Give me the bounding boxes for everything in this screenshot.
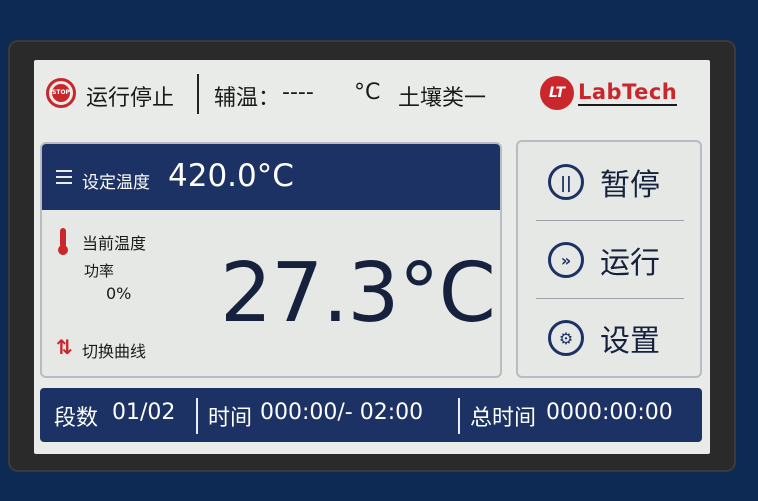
switch-curve-icon[interactable]: ⇅ bbox=[56, 336, 74, 358]
power-label: 功率 bbox=[84, 262, 115, 280]
gear-icon: ⚙ bbox=[548, 320, 584, 356]
aux-temp-unit: °C bbox=[354, 80, 381, 105]
soil-type[interactable]: 土壤类一 bbox=[398, 80, 486, 112]
time-label: 时间 bbox=[208, 406, 253, 431]
labtech-logo: LT LabTech bbox=[540, 75, 680, 111]
button-divider bbox=[536, 220, 684, 221]
logo-text: LabTech bbox=[578, 80, 678, 106]
pause-label: 暂停 bbox=[600, 168, 660, 203]
header-divider bbox=[197, 74, 199, 114]
power-value: 0% bbox=[106, 284, 132, 303]
program-status-bar: 段数 01/02 时间 000:00/- 02:00 总时间 0000:00:0… bbox=[40, 388, 702, 442]
logo-mark: LT bbox=[540, 76, 574, 110]
segment-label: 段数 bbox=[54, 406, 99, 431]
control-panel: || 暂停 » 运行 ⚙ 设置 bbox=[516, 140, 702, 378]
stop-icon: STOP bbox=[46, 78, 76, 108]
segment-value: 01/02 bbox=[112, 400, 176, 425]
setpoint-icon bbox=[56, 170, 72, 184]
pause-button[interactable]: || 暂停 bbox=[518, 144, 700, 220]
total-time-value: 0000:00:00 bbox=[546, 400, 673, 425]
settings-button[interactable]: ⚙ 设置 bbox=[518, 300, 700, 376]
current-temperature: 27.3°C bbox=[220, 246, 496, 341]
aux-temp-value: ---- bbox=[282, 80, 314, 105]
total-time-label: 总时间 bbox=[470, 406, 537, 431]
run-label: 运行 bbox=[600, 246, 660, 281]
touch-screen: STOP 运行停止 辅温： ---- °C 土壤类一 LT LabTech 设定… bbox=[34, 60, 710, 454]
setpoint-label: 设定温度 bbox=[82, 173, 150, 193]
setpoint-bar[interactable]: 设定温度 420.0°C bbox=[42, 144, 500, 210]
run-button[interactable]: » 运行 bbox=[518, 222, 700, 298]
stop-icon-text: STOP bbox=[52, 84, 70, 102]
settings-label: 设置 bbox=[600, 324, 660, 359]
header-bar: STOP 运行停止 辅温： ---- °C 土壤类一 LT LabTech bbox=[34, 60, 710, 128]
footer-divider bbox=[196, 398, 198, 434]
pause-icon: || bbox=[548, 164, 584, 200]
run-icon: » bbox=[548, 242, 584, 278]
switch-curve-button[interactable]: 切换曲线 bbox=[82, 338, 146, 362]
button-divider bbox=[536, 298, 684, 299]
temperature-panel: 设定温度 420.0°C 当前温度 功率 0% 27.3°C ⇅ 切换曲线 bbox=[40, 142, 502, 378]
run-status: 运行停止 bbox=[86, 86, 175, 111]
time-value: 000:00/- 02:00 bbox=[260, 400, 424, 425]
aux-temp-label: 辅温： bbox=[214, 86, 281, 111]
setpoint-value[interactable]: 420.0°C bbox=[168, 158, 294, 194]
current-temp-label: 当前温度 bbox=[82, 234, 147, 253]
footer-divider bbox=[458, 398, 460, 434]
thermometer-icon bbox=[58, 228, 68, 256]
